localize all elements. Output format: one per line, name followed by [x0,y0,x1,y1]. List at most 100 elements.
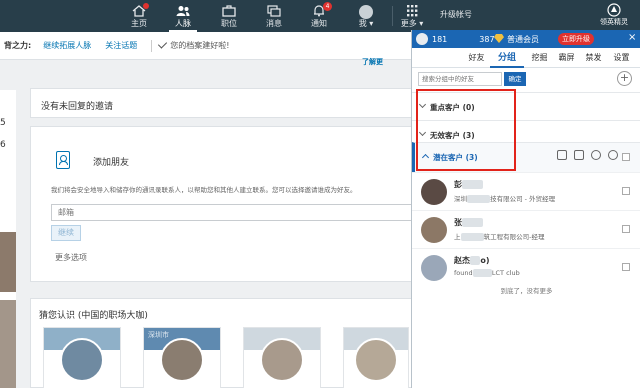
left-number: 6 [0,140,6,150]
nav-messages-label: 消息 [266,18,282,28]
group-search: 确定 + [418,71,636,87]
tab-settings[interactable]: 设置 [608,48,635,68]
linkedin-elf-button[interactable]: 领英精灵 [592,3,636,29]
panel-tabs: 好友 分组 挖掘 霸屏 禁发 设置 [412,48,640,68]
email-field[interactable] [51,204,421,221]
continue-button[interactable]: 继续 [51,225,81,241]
profile-icon[interactable] [574,150,584,160]
elf-label: 领英精灵 [600,18,628,26]
contact-checkbox[interactable] [622,263,630,271]
more-options-link[interactable]: 更多选项 [55,252,87,263]
upgrade-now-button[interactable]: 立即升级 [558,33,594,45]
contact-name: 张xxxx [454,217,483,228]
notice-prefix: 背之力: [4,41,32,50]
nav-network-label: 人脉 [175,18,191,28]
pymk-title: 猜您认识 (中国的职场大咖) [39,311,148,321]
unread-dot [143,2,149,9]
member-level: 普通会员 [507,35,539,44]
diamond-icon [494,34,504,43]
contact-checkbox[interactable] [622,187,630,195]
check-icon [158,39,168,49]
message-icon [267,4,281,17]
contact-name: 彭xxxx [454,179,483,190]
notification-count-badge: 4 [323,1,332,11]
chat-icon[interactable] [591,150,601,160]
learn-more-link[interactable]: 了解更 [362,57,383,67]
left-number: 5 [0,118,6,128]
block-icon[interactable] [608,150,618,160]
add-friends-description: 我们将会安全地导入和储存你的通讯录联系人，以帮助您和其他人建立联系。您可以选择邀… [51,186,357,194]
contact-company: foundxxxxxLCT club [454,269,520,277]
tab-friends[interactable]: 好友 [463,48,490,68]
nav-jobs[interactable]: 职位 [209,0,249,32]
nav-me-label: 我 ▾ [358,18,374,28]
top-nav: 主页 人脉 职位 消息 4 通知 我 ▾ 更多 ▾ 升级帐号 领英精灵 [0,0,640,32]
people-you-may-know-card: 猜您认识 (中国的职场大咖) 深圳市 [30,298,420,388]
person-card[interactable] [43,327,121,388]
bell-icon: 4 [312,1,332,17]
avatar [359,4,373,19]
end-of-list: 到底了，没有更多 [500,287,553,295]
person-photo [260,338,304,382]
person-photo [60,338,104,382]
contact-photo [421,255,447,281]
close-icon[interactable]: × [628,32,636,43]
tab-block[interactable]: 禁发 [580,48,607,68]
add-friends-card: 添加朋友 我们将会安全地导入和储存你的通讯录联系人，以帮助您和其他人建立联系。您… [30,126,421,282]
group-search-input[interactable] [418,72,502,86]
contact-checkbox[interactable] [622,225,630,233]
upgrade-account-link[interactable]: 升级帐号 [440,9,472,20]
elf-panel: 181 387 普通会员 立即升级 × 好友 分组 挖掘 霸屏 禁发 设置 确定… [411,30,640,388]
panel-header: 181 387 普通会员 立即升级 × [412,30,640,48]
expand-network-link[interactable]: 继续拓展人脉 [43,40,91,51]
add-group-button[interactable]: + [617,71,632,86]
profile-strength-bar: 背之力: 继续拓展人脉 关注话题 您的档案建好啦! [0,32,412,60]
list-item[interactable]: 彭xxxx 深圳xxxxxx技有限公司 - 外贸经理 [412,172,640,210]
nav-notifications-label: 通知 [311,18,327,28]
nav-jobs-label: 职位 [221,18,237,28]
nav-more-label: 更多 ▾ [400,18,424,28]
add-friends-title: 添加朋友 [93,158,130,168]
grid-view-icon[interactable] [557,150,567,160]
list-item[interactable]: 张xxxx 上xxxxxx筑工程有限公司-经理 [412,210,640,248]
list-item[interactable]: 赵杰xxo) foundxxxxxLCT club [412,248,640,286]
tab-groups[interactable]: 分组 [490,48,524,68]
group-checkbox[interactable] [622,153,630,161]
tab-dominate[interactable]: 霸屏 [553,48,580,68]
divider [151,39,153,52]
person-photo [160,338,204,382]
pending-invitations-card: 没有未回复的邀请 [30,88,420,118]
nav-me[interactable]: 我 ▾ [346,0,386,32]
search-confirm-button[interactable]: 确定 [504,72,526,86]
contact-photo [421,217,447,243]
person-card[interactable] [243,327,321,388]
person-card[interactable]: 深圳市 [143,327,221,388]
contact-company: 上xxxxxx筑工程有限公司-经理 [454,233,545,241]
home-icon [132,2,149,17]
avatar [416,33,428,45]
group-actions [557,150,625,160]
profile-done-status: 您的档案建好啦! [158,39,230,51]
left-photo [0,300,16,388]
follow-topics-link[interactable]: 关注话题 [105,40,137,51]
nav-messages[interactable]: 消息 [254,0,294,32]
elf-logo-icon [607,3,621,17]
people-icon [176,5,190,17]
highlight-annotation [416,89,516,171]
user-id: 181 387 [432,35,495,44]
profile-done-text: 您的档案建好啦! [170,41,230,50]
grid-icon [405,4,419,17]
nav-network[interactable]: 人脉 [163,0,203,32]
person-card[interactable] [343,327,409,388]
contact-photo [421,179,447,205]
contact-company: 深圳xxxxxx技有限公司 - 外贸经理 [454,195,556,203]
nav-home[interactable]: 主页 [119,0,159,32]
pending-invitations-title: 没有未回复的邀请 [41,102,114,112]
nav-notifications[interactable]: 4 通知 [299,0,339,32]
contact-name: 赵杰xxo) [454,256,490,265]
tab-mine[interactable]: 挖掘 [526,48,553,68]
person-photo [354,338,398,382]
briefcase-icon [222,4,236,17]
nav-more[interactable]: 更多 ▾ [392,0,432,32]
left-photo [0,232,16,292]
